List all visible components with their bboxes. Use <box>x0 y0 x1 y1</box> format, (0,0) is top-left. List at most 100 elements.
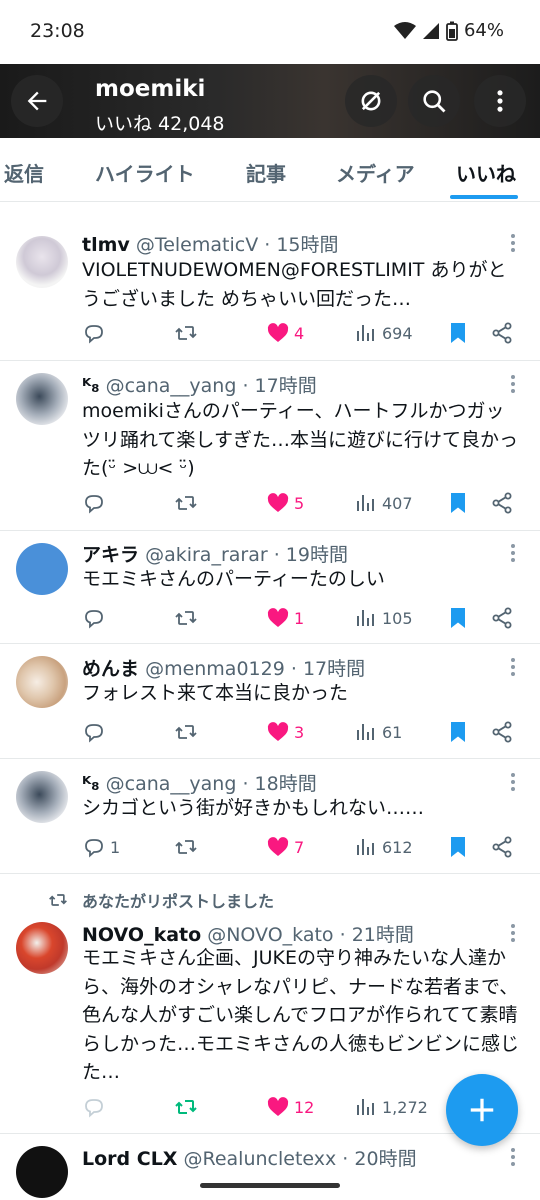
tab-highlights[interactable]: ハイライト <box>95 158 195 187</box>
search-button[interactable] <box>408 75 460 127</box>
back-button[interactable] <box>11 75 63 127</box>
author-name[interactable]: ᴷ₈ <box>82 773 100 795</box>
avatar[interactable] <box>16 236 68 288</box>
post-more-button[interactable] <box>510 234 516 254</box>
author-name[interactable]: めんま <box>82 658 139 680</box>
author-name[interactable]: ᴷ₈ <box>82 375 100 397</box>
like-button[interactable]: 4 <box>266 318 304 348</box>
repost-button[interactable] <box>174 832 202 862</box>
slash-circle-icon <box>361 91 381 111</box>
repost-icon <box>175 1100 197 1114</box>
views-button[interactable]: 61 <box>354 717 402 747</box>
author-handle: @cana__yang <box>105 375 237 397</box>
avatar[interactable] <box>16 543 68 595</box>
bookmark-button[interactable] <box>446 488 470 518</box>
reply-button[interactable] <box>82 1092 110 1122</box>
bar-chart-icon <box>357 325 374 341</box>
reply-button[interactable] <box>82 318 110 348</box>
post-item[interactable]: アキラ @akira_rarar · 19時間 モエミキさんのパーティーたのしい… <box>0 531 540 644</box>
views-button[interactable]: 612 <box>354 832 413 862</box>
author-name[interactable]: Lord CLX <box>82 1148 177 1170</box>
like-button[interactable]: 5 <box>266 488 304 518</box>
tab-articles[interactable]: 記事 <box>246 158 286 187</box>
like-button[interactable]: 7 <box>266 832 304 862</box>
post-actions: 3 61 <box>0 717 540 747</box>
avatar[interactable] <box>16 1146 68 1198</box>
post-item[interactable]: ᴷ₈ @cana__yang · 18時間 シカゴという街が好きかもしれない……… <box>0 759 540 874</box>
repost-button[interactable] <box>174 488 202 518</box>
views-button[interactable]: 694 <box>354 318 413 348</box>
share-icon <box>492 492 512 514</box>
post-item[interactable]: tlmv @TelematicV · 15時間 VIOLETNUDEWOMEN@… <box>0 216 540 361</box>
post-more-button[interactable] <box>510 1148 516 1168</box>
share-button[interactable] <box>490 318 514 348</box>
author-name[interactable]: アキラ <box>82 544 139 566</box>
share-button[interactable] <box>490 717 514 747</box>
author-name[interactable]: NOVO_kato <box>82 924 201 946</box>
author-handle: @NOVO_kato <box>207 924 334 946</box>
post-more-button[interactable] <box>510 773 516 793</box>
post-time: 17時間 <box>254 375 317 397</box>
like-count: 5 <box>294 493 305 513</box>
view-count: 612 <box>382 837 413 857</box>
author-handle: @TelematicV <box>135 234 259 256</box>
reply-button[interactable] <box>82 603 110 633</box>
post-text: moemikiさんのパーティー、ハートフルかつガッツリ踊れて楽しすぎた…本当に遊… <box>82 400 519 479</box>
post-more-button[interactable] <box>510 544 516 564</box>
post-item[interactable]: Lord CLX @Realuncletexx · 20時間 <box>0 1134 540 1200</box>
author-handle: @menma0129 <box>145 658 285 680</box>
tab-media[interactable]: メディア <box>336 158 415 187</box>
bookmark-icon <box>451 722 465 742</box>
profile-tabs: 返信 ハイライト 記事 メディア いいね <box>0 138 540 202</box>
avatar[interactable] <box>16 656 68 708</box>
bookmark-button[interactable] <box>446 318 470 348</box>
bar-chart-icon <box>357 610 374 626</box>
share-button[interactable] <box>490 603 514 633</box>
post-more-button[interactable] <box>510 924 516 944</box>
bookmark-icon <box>451 608 465 628</box>
bookmark-button[interactable] <box>446 832 470 862</box>
post-time: 18時間 <box>254 773 317 795</box>
like-button[interactable]: 12 <box>266 1092 314 1122</box>
post-time: 21時間 <box>351 924 414 946</box>
repost-button[interactable] <box>174 603 202 633</box>
like-button[interactable]: 1 <box>266 603 304 633</box>
more-options-button[interactable] <box>474 75 526 127</box>
views-button[interactable]: 407 <box>354 488 413 518</box>
repost-button[interactable] <box>174 717 202 747</box>
grok-button[interactable] <box>345 75 397 127</box>
reply-count: 1 <box>110 837 121 857</box>
tab-replies[interactable]: 返信 <box>4 158 44 187</box>
tab-likes[interactable]: いいね <box>456 158 516 187</box>
views-button[interactable]: 105 <box>354 603 413 633</box>
status-time: 23:08 <box>30 20 85 42</box>
post-more-button[interactable] <box>510 658 516 678</box>
search-icon <box>423 90 446 113</box>
post-text: フォレスト来て本当に良かった <box>82 682 349 704</box>
share-icon <box>492 836 512 858</box>
post-item[interactable]: ᴷ₈ @cana__yang · 17時間 moemikiさんのパーティー、ハー… <box>0 361 540 531</box>
compose-button[interactable] <box>446 1074 518 1146</box>
reply-button[interactable]: 1 <box>82 832 120 862</box>
author-name[interactable]: tlmv <box>82 234 130 256</box>
bookmark-icon <box>451 493 465 513</box>
repost-icon <box>175 496 197 510</box>
bookmark-button[interactable] <box>446 603 470 633</box>
reply-button[interactable] <box>82 717 110 747</box>
view-count: 694 <box>382 323 413 343</box>
avatar[interactable] <box>16 922 68 974</box>
reply-button[interactable] <box>82 488 110 518</box>
share-button[interactable] <box>490 488 514 518</box>
share-button[interactable] <box>490 832 514 862</box>
post-more-button[interactable] <box>510 375 516 395</box>
repost-button[interactable] <box>174 318 202 348</box>
like-button[interactable]: 3 <box>266 717 304 747</box>
battery-percent: 64% <box>463 20 504 41</box>
like-count: 12 <box>294 1097 315 1117</box>
views-button[interactable]: 1,272 <box>354 1092 428 1122</box>
avatar[interactable] <box>16 771 68 823</box>
repost-button[interactable] <box>174 1092 202 1122</box>
avatar[interactable] <box>16 373 68 425</box>
bookmark-button[interactable] <box>446 717 470 747</box>
post-item[interactable]: めんま @menma0129 · 17時間 フォレスト来て本当に良かった 3 6… <box>0 644 540 759</box>
